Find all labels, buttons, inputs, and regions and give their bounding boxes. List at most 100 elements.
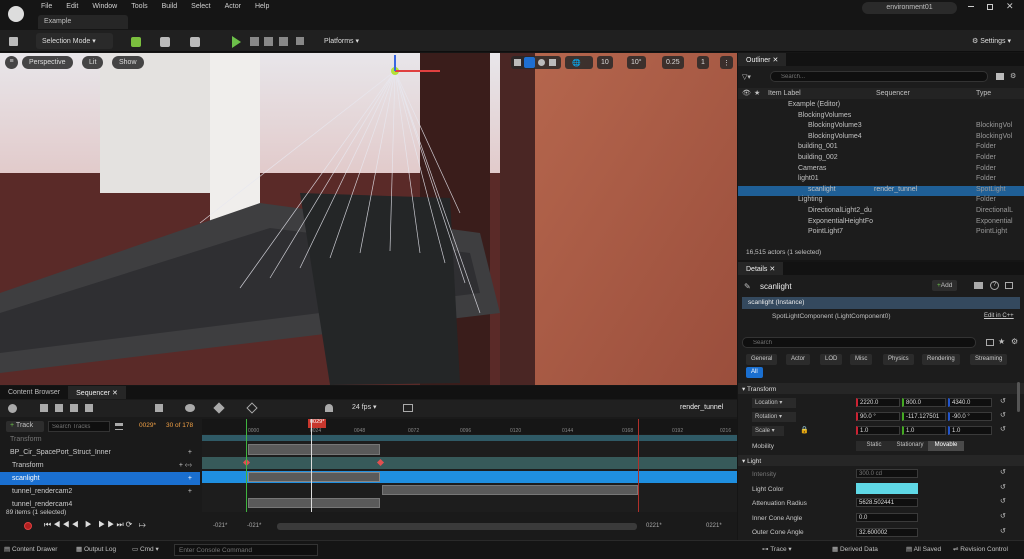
revision-control-button[interactable]: ⇌ Revision Control (953, 545, 1008, 553)
world-space-button[interactable]: 🌐 (565, 56, 593, 69)
tab-outliner[interactable]: Outliner ✕ (738, 53, 787, 66)
intensity-reset-icon[interactable]: ↺ (1000, 468, 1006, 476)
curve-editor-icon[interactable] (403, 404, 413, 412)
location-x-field[interactable]: 2220.0 (856, 398, 900, 407)
transport-buttons[interactable]: ⏮◀◀◀ ▶ ▶▶⏭⟳ ↦ (44, 520, 148, 530)
outliner-settings-icon[interactable]: ⚙ (1010, 72, 1016, 80)
rotation-y-field[interactable]: -117.127501 (902, 412, 946, 421)
select-tool-icon[interactable] (514, 59, 521, 66)
close-icon[interactable]: ✕ (1006, 1, 1014, 12)
stop-icon[interactable] (264, 37, 273, 46)
maximize-icon[interactable] (987, 4, 993, 10)
track-row[interactable]: Transform (0, 433, 200, 446)
timeline-ruler[interactable]: 0000 0024 0048 0072 0096 0120 0144 0168 … (202, 419, 737, 434)
range-start-a[interactable]: -021* (213, 523, 227, 529)
outer-cone-field[interactable]: 32.600002 (856, 528, 918, 537)
perspective-button[interactable]: Perspective (22, 56, 73, 69)
current-frame[interactable]: 0029* (139, 422, 156, 429)
skip-icon[interactable] (250, 37, 259, 46)
light-color-swatch[interactable] (856, 483, 918, 494)
menu-select[interactable]: Select (184, 0, 217, 14)
level-viewport[interactable]: ≡ Perspective Lit Show 🌐 10 10° 0.25 1 ⋮ (0, 53, 737, 385)
menu-actor[interactable]: Actor (218, 0, 248, 14)
header-type[interactable]: Type (976, 90, 991, 97)
output-log-button[interactable]: ▦ Output Log (76, 545, 116, 553)
rotation-x-field[interactable]: 90.0 ° (856, 412, 900, 421)
rotation-z-field[interactable]: -90.0 ° (948, 412, 992, 421)
lit-button[interactable]: Lit (82, 56, 104, 69)
blueprint-icon[interactable] (160, 37, 170, 47)
add-folder-icon[interactable] (996, 73, 1004, 80)
key-interp-icon[interactable] (246, 402, 258, 414)
world-icon[interactable] (8, 404, 17, 413)
menu-build[interactable]: Build (155, 0, 185, 14)
section-bar-selected[interactable] (248, 472, 380, 482)
rotate-tool-icon[interactable] (538, 59, 545, 66)
playback-options-icon[interactable] (155, 404, 163, 412)
scale-z-field[interactable]: 1.0 (948, 426, 992, 435)
details-settings-icon[interactable]: ⚙ (1011, 337, 1018, 346)
mobility-stationary[interactable]: Stationary (892, 441, 928, 451)
track-row[interactable]: BP_Cir_SpacePort_Struct_Inner + (0, 446, 200, 459)
location-y-field[interactable]: 800.0 (902, 398, 946, 407)
scale-snap-button[interactable]: 0.25 (662, 56, 684, 69)
angle-snap-button[interactable]: 10° (627, 56, 646, 69)
outliner-row[interactable]: BlockingVolumes (738, 112, 1024, 123)
light-header[interactable]: ▾ Light (738, 455, 1024, 466)
keyframe-icon[interactable] (213, 402, 225, 414)
actor-name[interactable]: scanlight (760, 282, 792, 291)
console-input[interactable] (174, 544, 318, 556)
header-sequencer[interactable]: Sequencer (876, 90, 910, 97)
outliner-filter-icon[interactable]: ▽▾ (742, 73, 751, 81)
transform-header[interactable]: ▾ Transform (738, 383, 1024, 394)
find-icon[interactable] (55, 404, 63, 412)
save-icon[interactable] (9, 37, 18, 46)
tab-content-browser[interactable]: Content Browser (0, 386, 68, 399)
category-lod[interactable]: LOD (820, 354, 843, 365)
show-button[interactable]: Show (112, 56, 144, 69)
details-scrollbar[interactable] (1017, 382, 1020, 412)
outliner-row[interactable]: light01 Folder (738, 175, 1024, 186)
range-end-b[interactable]: 0221* (706, 523, 722, 529)
range-end-a[interactable]: 0221* (646, 523, 662, 529)
selection-mode-button[interactable]: Selection Mode ▾ (36, 33, 113, 49)
track-row[interactable]: tunnel_rendercam2 + (0, 485, 200, 498)
play-icon[interactable] (232, 36, 241, 48)
scale-y-field[interactable]: 1.0 (902, 426, 946, 435)
outliner-row[interactable]: building_001 Folder (738, 143, 1024, 154)
fps-dropdown[interactable]: 24 fps ▾ (352, 403, 377, 411)
render-icon[interactable] (70, 404, 78, 412)
rotation-dropdown[interactable]: Rotation ▾ (752, 412, 796, 422)
outliner-row[interactable]: scanlight render_tunnel SpotLight (738, 185, 1024, 197)
add-component-button[interactable]: +Add (932, 280, 958, 291)
section-bar[interactable] (248, 498, 380, 508)
menu-edit[interactable]: Edit (59, 0, 85, 14)
save-sequence-icon[interactable] (40, 404, 48, 412)
reset-scale-icon[interactable]: ↺ (1000, 425, 1006, 433)
outliner-search-input[interactable] (770, 71, 988, 82)
category-actor[interactable]: Actor (786, 354, 811, 365)
details-search-input[interactable] (742, 337, 976, 348)
add-track-button[interactable]: + Track (6, 421, 44, 432)
reset-location-icon[interactable]: ↺ (1000, 397, 1006, 405)
header-item-label[interactable]: Item Label (768, 90, 801, 97)
range-start-b[interactable]: -021* (247, 523, 261, 529)
inner-cone-reset-icon[interactable]: ↺ (1000, 512, 1006, 520)
inner-cone-field[interactable]: 0.0 (856, 513, 918, 522)
category-rendering[interactable]: Rendering (922, 354, 960, 365)
camera-icon[interactable] (85, 404, 93, 412)
settings-button[interactable]: ⚙ Settings ▾ (966, 33, 1017, 49)
project-tab[interactable]: Example (38, 15, 128, 29)
platforms-button[interactable]: Platforms ▾ (318, 33, 365, 49)
location-dropdown[interactable]: Location ▾ (752, 398, 796, 408)
record-icon[interactable] (24, 522, 32, 530)
grid-snap-button[interactable]: 10 (597, 56, 613, 69)
outliner-row[interactable]: ExponentialHeightFo Exponential (738, 218, 1024, 229)
menu-window[interactable]: Window (85, 0, 124, 14)
minimize-icon[interactable] (968, 6, 974, 7)
track-area[interactable] (202, 419, 737, 512)
eject-icon[interactable] (279, 37, 288, 46)
track-row-selected[interactable]: scanlight + (0, 472, 200, 485)
cmd-dropdown[interactable]: ▭ Cmd ▾ (132, 545, 159, 553)
playhead-line[interactable] (311, 419, 312, 512)
